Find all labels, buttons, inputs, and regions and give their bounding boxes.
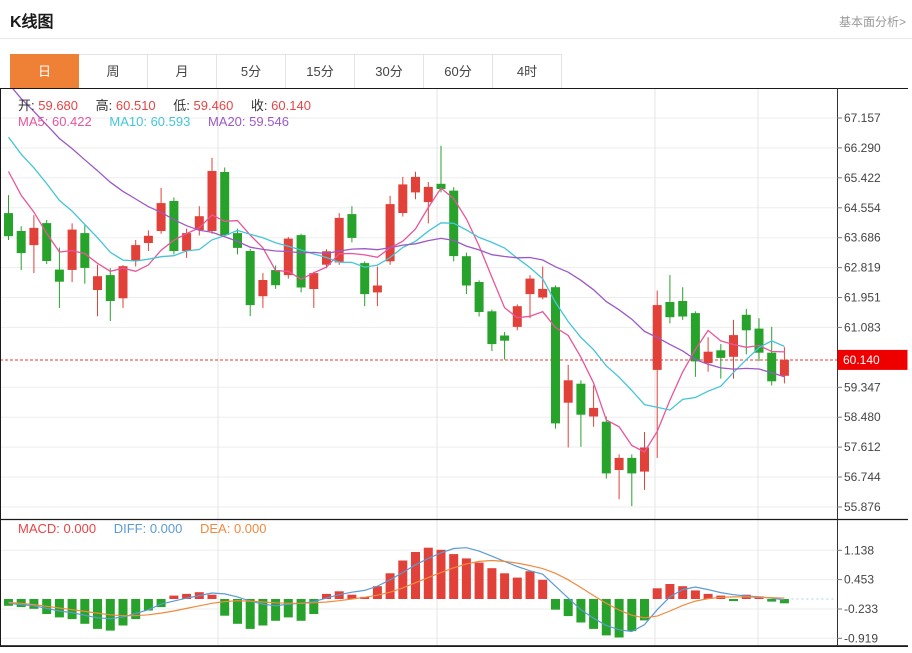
- ma5-value: 60.422: [52, 114, 92, 129]
- ma10-label: MA10:: [109, 114, 147, 129]
- fundamental-analysis-link[interactable]: 基本面分析>: [839, 13, 906, 30]
- macd-axis-label: -0.233: [844, 602, 878, 616]
- current-price-badge: 60.140: [838, 350, 908, 370]
- tab-day[interactable]: 日: [10, 54, 79, 88]
- open-label: 开:: [18, 98, 35, 113]
- ma20-line: [9, 88, 785, 377]
- kline-page: K线图 基本面分析> 日 周 月 5分 15分 30分 60分 4时 67.15…: [0, 0, 912, 653]
- open-value: 59.680: [38, 98, 78, 113]
- price-axis-label: 61.951: [844, 291, 881, 305]
- price-axis-label: 57.612: [844, 440, 881, 454]
- close-value: 60.140: [271, 98, 311, 113]
- macd-axis: 1.138 0.453 -0.233 -0.919: [837, 543, 878, 645]
- period-tabs: 日 周 月 5分 15分 30分 60分 4时: [10, 54, 562, 88]
- low-value: 59.460: [194, 98, 234, 113]
- high-label: 高:: [96, 98, 113, 113]
- ma-readout: MA5: 60.422 MA10: 60.593 MA20: 59.546: [18, 114, 303, 129]
- tab-60min[interactable]: 60分: [424, 54, 493, 88]
- svg-text:60.140: 60.140: [843, 353, 880, 367]
- diff-value: 0.000: [150, 521, 183, 536]
- macd-axis-label: 1.138: [844, 543, 874, 557]
- ma10-value: 60.593: [151, 114, 191, 129]
- tab-month[interactable]: 月: [148, 54, 217, 88]
- tab-5min[interactable]: 5分: [217, 54, 286, 88]
- price-axis-label: 65.422: [844, 171, 881, 185]
- tab-15min[interactable]: 15分: [286, 54, 355, 88]
- diff-label: DIFF:: [114, 521, 147, 536]
- tab-30min[interactable]: 30分: [355, 54, 424, 88]
- ohlc-readout: 开: 59.680 高: 60.510 低: 59.460 收: 60.140: [18, 95, 325, 114]
- tab-week[interactable]: 周: [79, 54, 148, 88]
- price-axis-label: 64.554: [844, 201, 881, 215]
- price-axis-label: 63.686: [844, 231, 881, 245]
- ma20-label: MA20:: [208, 114, 246, 129]
- ma20-value: 59.546: [249, 114, 289, 129]
- dea-value: 0.000: [234, 521, 267, 536]
- macd-readout: MACD: 0.000 DIFF: 0.000 DEA: 0.000: [18, 521, 281, 536]
- macd-axis-label: -0.919: [844, 631, 878, 645]
- tab-4hour[interactable]: 4时: [493, 54, 562, 88]
- price-axis-label: 67.157: [844, 111, 881, 125]
- macd-axis-label: 0.453: [844, 573, 874, 587]
- dea-label: DEA:: [200, 521, 230, 536]
- macd-label: MACD:: [18, 521, 60, 536]
- low-label: 低:: [173, 98, 190, 113]
- high-value: 60.510: [116, 98, 156, 113]
- kline-chart[interactable]: 67.157 66.290 65.422 64.554 63.686 62.819 61.9…: [0, 88, 912, 648]
- candles: [4, 146, 789, 506]
- price-axis-label: 56.744: [844, 470, 881, 484]
- close-label: 收:: [251, 98, 268, 113]
- page-title: K线图: [10, 8, 54, 32]
- price-axis-label: 62.819: [844, 261, 881, 275]
- macd-value: 0.000: [64, 521, 97, 536]
- header-divider: [0, 38, 912, 39]
- price-axis-label: 59.347: [844, 380, 881, 394]
- macd-histogram: [4, 548, 789, 638]
- price-axis-label: 55.876: [844, 500, 881, 514]
- price-axis-label: 61.083: [844, 320, 881, 334]
- price-axis: 67.157 66.290 65.422 64.554 63.686 62.819 61.9…: [837, 111, 881, 514]
- price-axis-label: 58.480: [844, 410, 881, 424]
- price-axis-label: 66.290: [844, 141, 881, 155]
- ma5-label: MA5:: [18, 114, 48, 129]
